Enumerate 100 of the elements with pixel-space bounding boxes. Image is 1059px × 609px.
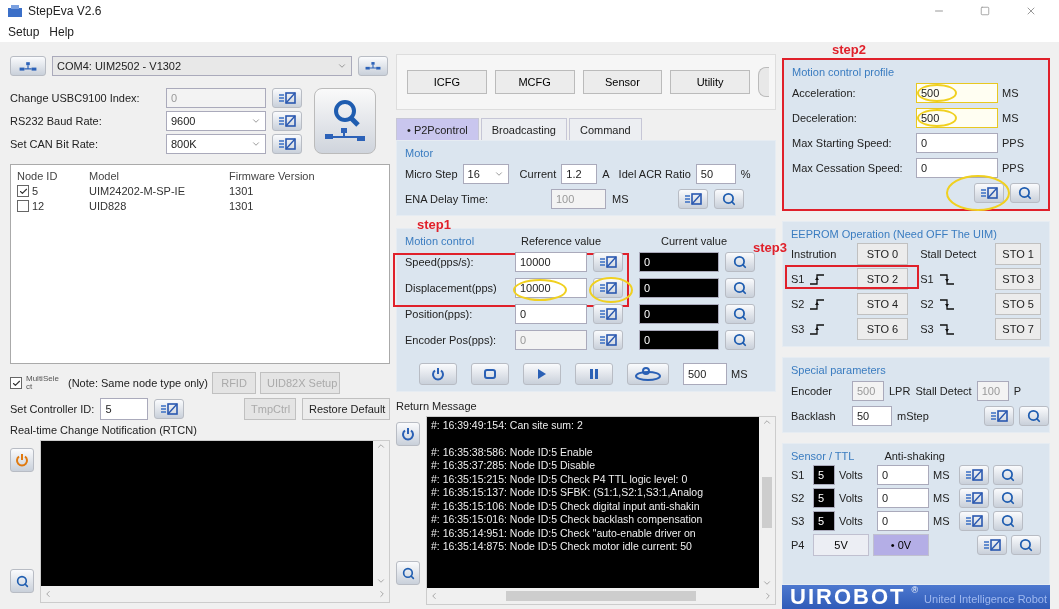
profile-field[interactable]: 0	[916, 133, 998, 153]
field-label: Stall Detect	[915, 385, 972, 397]
write-button[interactable]	[959, 465, 989, 485]
sto-button[interactable]: STO 2	[856, 268, 909, 290]
scrollbar-thumb[interactable]	[506, 591, 696, 601]
write-button[interactable]	[272, 88, 302, 108]
port-select[interactable]: COM4: UIM2502 - V1302	[52, 56, 352, 76]
sto-button[interactable]: STO 4	[856, 293, 909, 315]
reference-field[interactable]: 10000	[515, 252, 587, 272]
sto-button[interactable]: STO 5	[995, 293, 1041, 315]
search-button[interactable]	[1019, 406, 1049, 426]
anti-shaking-field[interactable]: 0	[877, 511, 929, 531]
column-header: Firmware Version	[229, 170, 316, 182]
eeprom-label: S3	[920, 323, 934, 335]
search-button[interactable]	[714, 189, 744, 209]
setting-select[interactable]: 800K	[166, 134, 266, 154]
reference-field[interactable]: 10000	[515, 278, 587, 298]
unit-label: LPR	[889, 385, 911, 397]
unit-label: Volts	[839, 515, 864, 527]
level-toggle[interactable]: 5V	[813, 534, 869, 556]
write-button[interactable]	[272, 111, 302, 131]
column-header: Model	[89, 170, 120, 182]
setting-label: Change USBC9100 Index:	[10, 92, 141, 104]
sto-button[interactable]: STO 3	[995, 268, 1041, 290]
chevron-down-icon	[493, 169, 504, 179]
field-label: Encoder	[791, 385, 833, 397]
write-button[interactable]	[678, 189, 708, 209]
power-button[interactable]	[10, 448, 34, 472]
panel-handle[interactable]	[758, 67, 769, 97]
backlash-field[interactable]: 50	[852, 406, 892, 426]
write-button[interactable]	[593, 252, 623, 272]
sensor-label: S3	[791, 515, 806, 527]
action-button[interactable]: Restore Default	[302, 398, 390, 420]
volts-field: 5	[813, 488, 835, 508]
write-button[interactable]	[154, 399, 185, 419]
play-button[interactable]	[523, 363, 561, 385]
clear-button[interactable]	[10, 569, 34, 593]
sto-button[interactable]: STO 6	[856, 318, 909, 340]
loop-button[interactable]	[627, 363, 669, 385]
node-checkbox[interactable]	[17, 200, 29, 212]
search-nodes-button[interactable]	[314, 88, 376, 154]
current-field[interactable]: 1.2	[561, 164, 598, 184]
field-label: Backlash	[791, 410, 837, 422]
write-button[interactable]	[272, 134, 302, 154]
search-button[interactable]	[993, 465, 1023, 485]
multiselect-checkbox[interactable]	[10, 377, 22, 389]
stop-button[interactable]	[471, 363, 509, 385]
field-label: Speed(pps/s):	[405, 256, 475, 268]
enable-button[interactable]	[419, 363, 457, 385]
multiselect-label: MultiSele ct	[26, 375, 60, 391]
write-button[interactable]	[959, 511, 989, 531]
reference-field[interactable]: 0	[515, 304, 587, 324]
level-toggle[interactable]: • 0V	[873, 534, 929, 556]
tab[interactable]: • P2Pcontrol	[396, 118, 479, 140]
sto-button[interactable]: STO 7	[995, 318, 1041, 340]
vertical-scrollbar[interactable]	[759, 417, 775, 588]
scrollbar-thumb[interactable]	[762, 476, 772, 529]
scan-button[interactable]	[10, 56, 46, 76]
micro-step-select[interactable]: 16	[462, 164, 509, 184]
column-header: Current value	[661, 235, 728, 247]
function-button[interactable]: Utility	[670, 70, 750, 94]
sto-button[interactable]: STO 0	[856, 243, 909, 265]
power-icon	[401, 427, 415, 441]
sto-button[interactable]: STO 1	[995, 243, 1041, 265]
anti-shaking-field[interactable]: 0	[877, 488, 929, 508]
search-button[interactable]	[1010, 183, 1040, 203]
write-button[interactable]	[593, 304, 623, 324]
setting-select[interactable]: 9600	[166, 111, 266, 131]
write-button[interactable]	[984, 406, 1014, 426]
search-button[interactable]	[725, 304, 755, 324]
menu-item[interactable]: Help	[49, 25, 75, 39]
write-button[interactable]	[974, 183, 1004, 203]
menu-item[interactable]: Setup	[8, 25, 40, 39]
idle-ratio-field[interactable]: 50	[695, 164, 736, 184]
pause-button[interactable]	[575, 363, 613, 385]
loop-icon	[634, 367, 662, 381]
write-button[interactable]	[977, 535, 1007, 555]
profile-field[interactable]: 500	[916, 108, 998, 128]
search-button[interactable]	[1011, 535, 1041, 555]
search-button[interactable]	[725, 252, 755, 272]
function-button[interactable]: MCFG	[494, 70, 575, 94]
profile-field[interactable]: 500	[916, 83, 998, 103]
write-button[interactable]	[959, 488, 989, 508]
function-button[interactable]: Sensor	[582, 70, 663, 94]
interval-field[interactable]: 500	[683, 363, 727, 385]
search-button[interactable]	[993, 488, 1023, 508]
tab[interactable]: Command	[568, 118, 642, 140]
anti-shaking-field[interactable]: 0	[877, 465, 929, 485]
network-button[interactable]	[358, 56, 388, 76]
search-button[interactable]	[993, 511, 1023, 531]
write-button[interactable]	[593, 278, 623, 298]
tab[interactable]: Broadcasting	[480, 118, 567, 140]
return-message-title: Return Message	[396, 400, 478, 412]
node-checkbox[interactable]	[17, 185, 29, 197]
controller-id-field[interactable]: 5	[100, 398, 149, 420]
clear-button[interactable]	[396, 561, 420, 585]
profile-field[interactable]: 0	[916, 158, 998, 178]
function-button[interactable]: ICFG	[407, 70, 487, 94]
power-button[interactable]	[396, 422, 420, 446]
search-button[interactable]	[725, 278, 755, 298]
